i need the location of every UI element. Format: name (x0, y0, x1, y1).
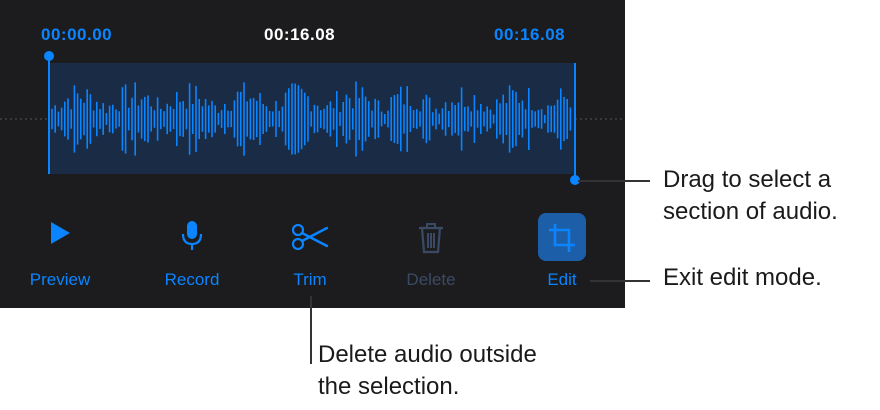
exit-callout-line (590, 280, 650, 282)
drag-callout-line2: section of audio. (663, 198, 838, 225)
edit-label: Edit (547, 270, 577, 289)
trim-label: Trim (293, 270, 327, 289)
microphone-icon (180, 220, 204, 257)
trim-callout-line (310, 296, 312, 364)
delete-label: Delete (406, 270, 456, 289)
preview-label: Preview (29, 270, 91, 289)
edit-button[interactable]: Edit (532, 212, 592, 292)
exit-callout-text: Exit edit mode. (663, 264, 822, 291)
trim-button[interactable]: Trim (275, 212, 345, 292)
drag-callout-text: Drag to select a section of audio. (663, 164, 838, 228)
trim-callout-text: Delete audio outside the selection. (318, 339, 537, 403)
crop-icon (548, 223, 576, 258)
record-button[interactable]: Record (150, 212, 234, 292)
drag-callout-line1: Drag to select a (663, 166, 832, 193)
drag-callout-line (578, 180, 650, 182)
trim-callout-line1: Delete audio outside (318, 341, 537, 368)
preview-button[interactable]: Preview (20, 212, 100, 292)
selection-start-knob[interactable] (44, 51, 54, 61)
scissors-icon (291, 223, 329, 255)
record-label: Record (164, 270, 220, 289)
trim-callout-line2: the selection. (318, 373, 460, 400)
audio-editor-panel: 00:00.00 00:16.08 00:16.08 Preview Recor… (0, 0, 625, 308)
trash-icon (417, 222, 445, 259)
play-icon (48, 220, 72, 251)
delete-button[interactable]: Delete (395, 212, 467, 292)
waveform-area[interactable] (0, 0, 625, 200)
